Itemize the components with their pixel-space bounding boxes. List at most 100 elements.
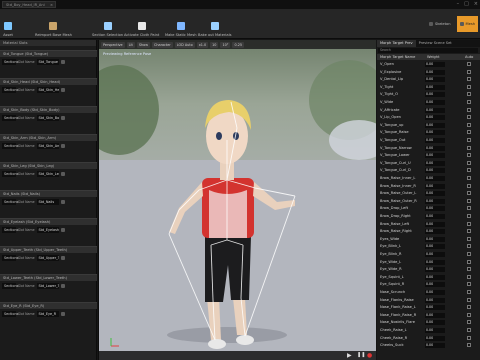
right-panel-tab[interactable]: Preview Scene Set [416,40,455,47]
right-panel-tab[interactable]: Morph Target Prev [377,40,416,47]
morph-weight-field[interactable]: 0.00 [425,244,445,250]
toolbar-button[interactable]: Reimport Base Mesh [35,9,72,39]
morph-weight-field[interactable]: 0.00 [425,236,445,242]
auto-checkbox[interactable] [467,77,471,82]
morph-weight-field[interactable]: 0.00 [425,229,445,235]
morph-weight-field[interactable]: 0.00 [425,100,445,105]
auto-checkbox[interactable] [467,312,471,317]
section-dropdown[interactable]: Sections [2,227,18,233]
morph-weight-field[interactable]: 0.00 [425,290,445,295]
toolbar-button[interactable]: Make Static Mesh [165,9,197,39]
browse-icon[interactable] [60,144,65,148]
morph-weight-field[interactable]: 0.00 [425,259,445,265]
material-slot-category[interactable]: Std_Skin_Arm (Std_Skin_Arm) [0,134,97,141]
morph-weight-field[interactable]: 0.00 [425,145,445,151]
material-slot-category[interactable]: Std_Skin_Head (Std_Skin_Head) [0,78,97,85]
mode-tab[interactable]: Skeleton [426,16,454,32]
morph-weight-field[interactable]: 0.00 [425,274,445,280]
auto-checkbox[interactable] [467,206,471,211]
material-slot-category[interactable]: Std_Nails (Std_Nails) [0,190,97,197]
auto-checkbox[interactable] [467,198,471,203]
auto-checkbox[interactable] [467,221,471,226]
auto-checkbox[interactable] [467,160,471,165]
auto-checkbox[interactable] [467,191,471,196]
maximize-icon[interactable]: □ [464,0,469,9]
record-icon[interactable]: ● [367,352,372,359]
morph-weight-field[interactable]: 0.00 [425,335,445,341]
material-slot-category[interactable]: Std_Tongue (Std_Tongue) [0,50,97,57]
auto-checkbox[interactable] [467,122,471,127]
morph-weight-field[interactable]: 0.00 [425,115,445,121]
auto-checkbox[interactable] [467,69,471,74]
morph-weight-field[interactable]: 0.00 [425,282,445,288]
morph-weight-field[interactable]: 0.00 [425,320,445,326]
mode-tab[interactable]: Mesh [456,16,478,32]
material-slot-category[interactable]: Std_Upper_Teeth (Std_Upper_Teeth) [0,246,97,253]
close-tab-icon[interactable]: × [50,2,53,7]
morph-weight-field[interactable]: 0.00 [425,191,445,197]
auto-checkbox[interactable] [467,236,471,241]
auto-checkbox[interactable] [467,130,471,135]
browse-icon[interactable] [60,200,65,204]
section-dropdown[interactable]: Sections [2,59,18,65]
close-window-icon[interactable]: × [474,0,478,9]
morph-weight-field[interactable]: 0.00 [425,183,445,189]
browse-icon[interactable] [60,116,65,120]
browse-icon[interactable] [60,312,65,316]
document-tab[interactable]: Std_Boy_Head_IR_Ani × [2,1,56,8]
toolbar-button[interactable]: Bake out Materials [198,9,231,39]
material-name-field[interactable]: Std_Tongue [36,59,59,65]
morph-weight-field[interactable]: 0.00 [425,160,445,166]
morph-weight-field[interactable]: 0.00 [425,122,445,128]
material-name-field[interactable]: Std_Eyelash [36,227,59,233]
play-icon[interactable]: ▶ [347,352,352,359]
morph-weight-field[interactable]: 0.00 [425,297,445,303]
morph-weight-field[interactable]: 0.00 [425,214,445,219]
auto-checkbox[interactable] [467,259,471,264]
morph-weight-field[interactable]: 0.00 [425,267,445,273]
morph-weight-field[interactable]: 0.00 [425,305,445,311]
material-name-field[interactable]: Std_Eye_R [36,311,59,317]
material-slot-category[interactable]: Std_Skin_Leg (Std_Skin_Leg) [0,162,97,169]
material-name-field[interactable]: Std_Skin_Head [36,87,59,93]
toolbar-button[interactable]: Asset [2,9,14,39]
material-slot-category[interactable]: Std_Eye_R (Std_Eye_R) [0,302,97,309]
material-name-field[interactable]: Std_Lower_Teeth [36,283,59,289]
auto-checkbox[interactable] [467,84,471,89]
toolbar-button[interactable]: Activate Cloth Paint [124,9,159,39]
material-name-field[interactable]: Std_Nails [36,199,59,205]
morph-weight-field[interactable]: 0.00 [425,343,445,349]
column-morph-name[interactable]: Morph Target Name [380,54,415,60]
morph-weight-field[interactable]: 0.00 [425,138,445,143]
auto-checkbox[interactable] [467,343,471,348]
browse-icon[interactable] [60,284,65,288]
section-dropdown[interactable]: Sections [2,115,18,121]
auto-checkbox[interactable] [467,153,471,158]
auto-checkbox[interactable] [467,290,471,294]
auto-checkbox[interactable] [467,100,471,104]
auto-checkbox[interactable] [467,92,471,97]
material-name-field[interactable]: Std_Skin_Arm [36,143,59,149]
auto-checkbox[interactable] [467,328,471,332]
material-slot-category[interactable]: Std_Skin_Body (Std_Skin_Body) [0,106,97,113]
morph-weight-field[interactable]: 0.00 [425,92,445,98]
auto-checkbox[interactable] [467,267,471,272]
morph-weight-field[interactable]: 0.00 [425,312,445,318]
column-weight[interactable]: Weight [427,54,440,60]
browse-icon[interactable] [60,88,65,92]
morph-weight-field[interactable]: 0.00 [425,84,445,90]
material-name-field[interactable]: Std_Upper_Teeth [36,255,59,261]
section-dropdown[interactable]: Sections [2,171,18,177]
material-slot-category[interactable]: Std_Eyelash (Std_Eyelash) [0,218,97,225]
auto-checkbox[interactable] [467,335,471,340]
morph-weight-field[interactable]: 0.00 [425,62,445,67]
auto-checkbox[interactable] [467,252,471,256]
material-slot-category[interactable]: Std_Lower_Teeth (Std_Lower_Teeth) [0,274,97,281]
auto-checkbox[interactable] [467,145,471,150]
column-auto[interactable]: Auto [465,54,473,60]
section-dropdown[interactable]: Sections [2,87,18,93]
morph-weight-field[interactable]: 0.00 [425,206,445,212]
browse-icon[interactable] [60,256,65,260]
morph-weight-field[interactable]: 0.00 [425,252,445,257]
section-dropdown[interactable]: Sections [2,283,18,289]
